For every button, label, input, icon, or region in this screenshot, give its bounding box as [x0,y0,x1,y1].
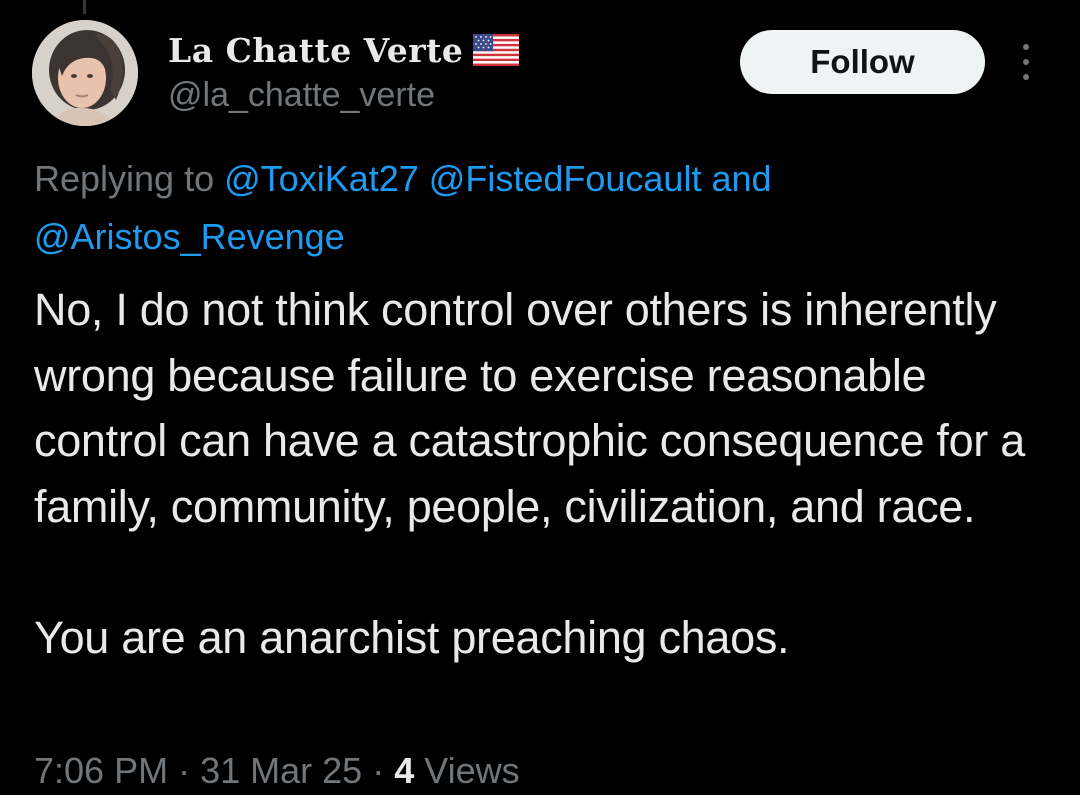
tweet-time[interactable]: 7:06 PM [34,750,168,791]
tweet-date[interactable]: 31 Mar 25 [200,750,362,791]
reply-context: Replying to @ToxiKat27 @FistedFoucault a… [34,150,1044,266]
author-name[interactable]: La Chatte Verte [168,31,463,70]
us-flag-icon [473,34,520,66]
mention-link[interactable]: @FistedFoucault [429,158,702,199]
meta-separator: · [372,750,385,791]
avatar-image [32,20,138,126]
tweet-paragraph: No, I do not think control over others i… [34,284,1025,532]
more-dot [1023,59,1029,65]
thread-connector-line [83,0,86,14]
follow-button[interactable]: Follow [740,30,985,94]
author-handle[interactable]: @la_chatte_verte [168,76,435,115]
author-display-name[interactable]: La Chatte Verte [168,30,520,70]
more-vertical-icon[interactable] [1011,42,1041,82]
reply-prefix: Replying to [34,158,215,199]
more-dot [1023,74,1029,80]
mention-conjunction[interactable]: and [711,158,771,199]
views-label[interactable]: Views [424,750,519,791]
views-count[interactable]: 4 [394,750,414,791]
mention-link[interactable]: @Aristos_Revenge [34,216,345,257]
meta-separator: · [178,750,191,791]
avatar[interactable] [32,20,138,126]
tweet-text: No, I do not think control over others i… [34,277,1064,670]
mention-link[interactable]: @ToxiKat27 [224,158,419,199]
tweet-meta: 7:06 PM · 31 Mar 25 · 4 Views [34,750,520,792]
more-dot [1023,44,1029,50]
tweet-paragraph: You are an anarchist preaching chaos. [34,611,790,663]
